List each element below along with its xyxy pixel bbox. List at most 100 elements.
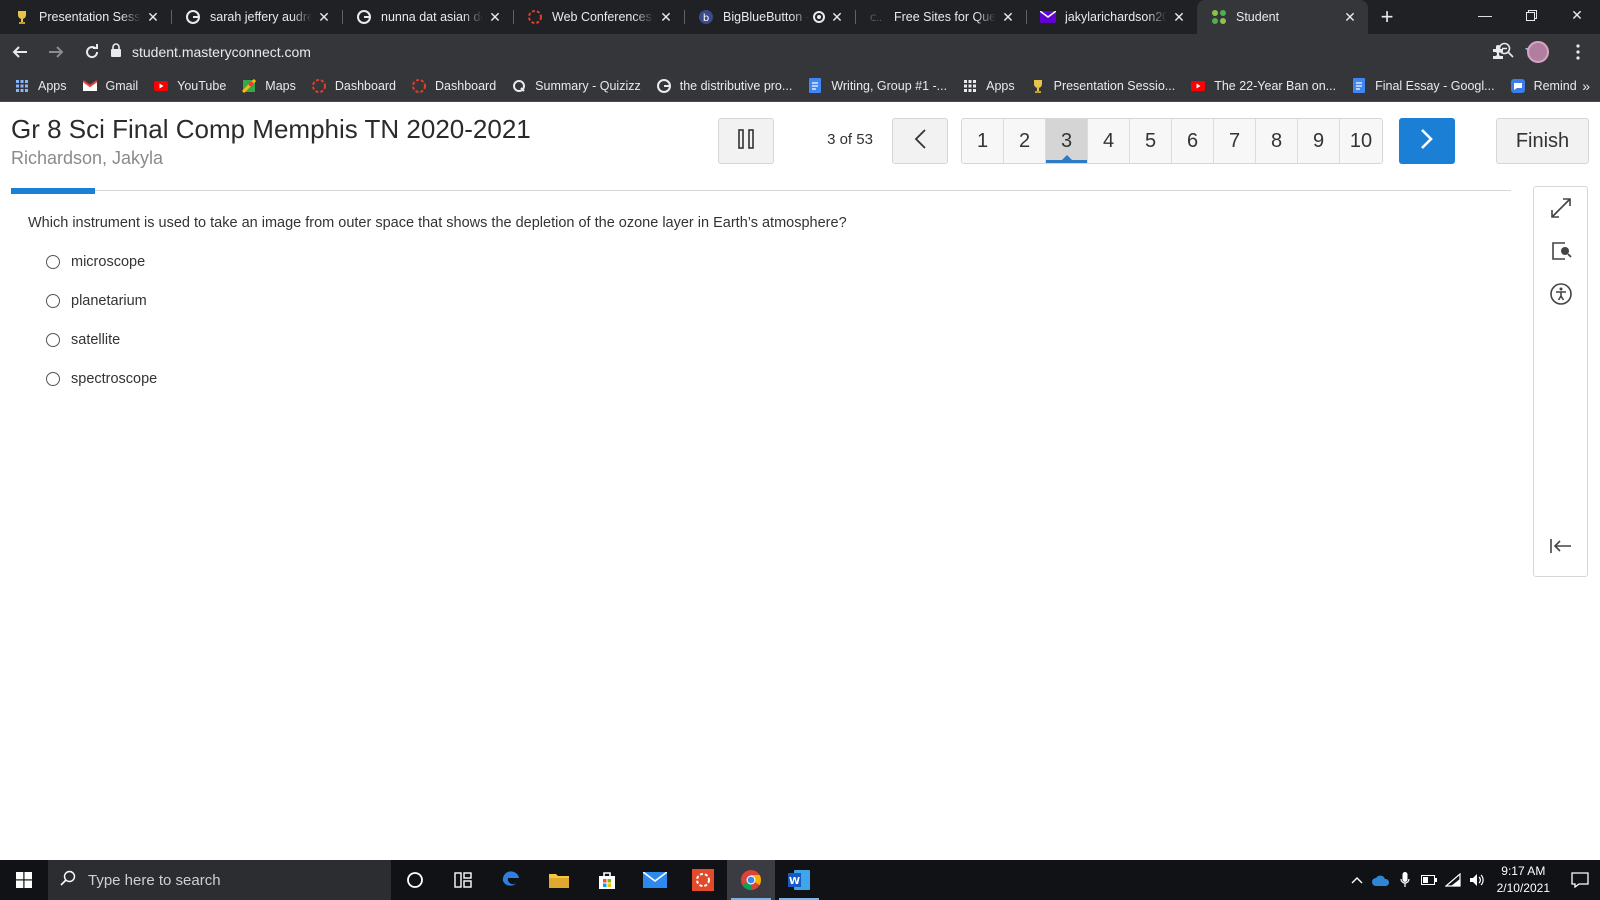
bookmark-distributive[interactable]: the distributive pro... [656, 78, 792, 94]
close-window-icon[interactable]: ✕ [1554, 0, 1600, 30]
app-icon[interactable] [679, 860, 727, 900]
store-icon[interactable] [583, 860, 631, 900]
page-button-current[interactable]: 3 [1046, 119, 1088, 163]
bookmark-label: Presentation Sessio... [1053, 78, 1176, 93]
close-tab-icon[interactable]: ✕ [1171, 9, 1187, 25]
bookmark-maps[interactable]: Maps [241, 78, 296, 94]
lock-icon[interactable] [110, 42, 122, 62]
chrome-icon[interactable] [727, 860, 775, 900]
battery-icon[interactable] [1417, 860, 1441, 900]
answer-option[interactable]: microscope [46, 254, 145, 270]
task-view-icon[interactable] [439, 860, 487, 900]
tab-title: Presentation Session [39, 10, 141, 24]
forward-icon[interactable] [40, 36, 72, 68]
bookmark-apps[interactable]: Apps [14, 78, 67, 94]
bookmark-quizizz[interactable]: Summary - Quizizz [511, 78, 641, 94]
taskbar-search-box[interactable]: Type here to search [48, 860, 391, 900]
page-button[interactable]: 7 [1214, 119, 1256, 163]
magnifier-icon[interactable] [1534, 236, 1587, 266]
student-name: Richardson, Jakyla [11, 148, 164, 168]
browser-tab[interactable]: sarah jeffery audrey ✕ [171, 0, 342, 34]
bookmark-final-essay[interactable]: Final Essay - Googl... [1351, 78, 1495, 94]
next-question-button[interactable] [1399, 118, 1455, 164]
bookmark-writing[interactable]: Writing, Group #1 -... [807, 78, 947, 94]
volume-icon[interactable] [1465, 860, 1489, 900]
radio-button[interactable] [46, 372, 60, 386]
bookmark-remind[interactable]: Remind [1510, 78, 1577, 94]
new-tab-button[interactable]: + [1372, 0, 1402, 34]
page-button[interactable]: 10 [1340, 119, 1382, 163]
edge-icon[interactable] [487, 860, 535, 900]
browser-tab-active[interactable]: Student ✕ [1197, 0, 1368, 34]
radio-button[interactable] [46, 333, 60, 347]
microphone-icon[interactable] [1393, 860, 1417, 900]
file-explorer-icon[interactable] [535, 860, 583, 900]
browser-tab[interactable]: C.. Free Sites for Questi ✕ [855, 0, 1026, 34]
back-icon[interactable] [4, 36, 36, 68]
collapse-icon[interactable] [1534, 531, 1587, 561]
bookmark-apps[interactable]: Apps [962, 78, 1015, 94]
menu-icon[interactable] [1562, 36, 1594, 68]
cortana-icon[interactable] [391, 860, 439, 900]
page-button[interactable]: 5 [1130, 119, 1172, 163]
page-button[interactable]: 1 [962, 119, 1004, 163]
page-button[interactable]: 6 [1172, 119, 1214, 163]
minimize-icon[interactable]: — [1462, 0, 1508, 30]
answer-option[interactable]: satellite [46, 332, 120, 348]
mail-icon[interactable] [631, 860, 679, 900]
extensions-icon[interactable] [1482, 36, 1514, 68]
answer-option[interactable]: spectroscope [46, 371, 157, 387]
accessibility-icon[interactable] [1534, 279, 1587, 309]
masteryconnect-icon [1211, 9, 1227, 25]
browser-tab[interactable]: b BigBlueButton - ✕ [684, 0, 855, 34]
close-tab-icon[interactable]: ✕ [316, 9, 332, 25]
browser-tab[interactable]: jakylarichardson200 ✕ [1026, 0, 1197, 34]
page-button[interactable]: 8 [1256, 119, 1298, 163]
finish-button[interactable]: Finish [1496, 118, 1589, 164]
more-bookmarks-icon[interactable]: » [1582, 78, 1590, 94]
bookmark-dashboard[interactable]: Dashboard [311, 78, 396, 94]
address-bar[interactable]: student.masteryconnect.com [110, 37, 1540, 67]
restore-icon[interactable] [1508, 0, 1554, 30]
close-tab-icon[interactable]: ✕ [829, 9, 845, 25]
url-text[interactable]: student.masteryconnect.com [132, 44, 311, 60]
bookmark-22-year-ban[interactable]: The 22-Year Ban on... [1190, 78, 1336, 94]
close-tab-icon[interactable]: ✕ [658, 9, 674, 25]
chevron-up-icon[interactable] [1345, 860, 1369, 900]
close-tab-icon[interactable]: ✕ [1342, 9, 1358, 25]
page-button[interactable]: 9 [1298, 119, 1340, 163]
browser-tab[interactable]: nunna dat asian doll ✕ [342, 0, 513, 34]
close-tab-icon[interactable]: ✕ [145, 9, 161, 25]
pause-button[interactable] [718, 118, 774, 164]
docs-icon [1351, 78, 1367, 94]
browser-tab[interactable]: Web Conferences: 2 ✕ [513, 0, 684, 34]
page-button[interactable]: 2 [1004, 119, 1046, 163]
radio-button[interactable] [46, 294, 60, 308]
previous-question-button[interactable] [892, 118, 948, 164]
close-tab-icon[interactable]: ✕ [1000, 9, 1016, 25]
canvas-icon [527, 9, 543, 25]
bookmark-dashboard[interactable]: Dashboard [411, 78, 496, 94]
notification-icon[interactable] [1560, 860, 1600, 900]
bigbluebutton-icon: b [698, 9, 714, 25]
radio-button[interactable] [46, 255, 60, 269]
progress-track [11, 190, 1511, 191]
bookmark-presentation[interactable]: Presentation Sessio... [1030, 78, 1176, 94]
answer-option[interactable]: planetarium [46, 293, 147, 309]
onedrive-icon[interactable] [1369, 860, 1393, 900]
profile-avatar[interactable] [1522, 36, 1554, 68]
wifi-icon[interactable] [1441, 860, 1465, 900]
clock[interactable]: 9:17 AM 2/10/2021 [1497, 863, 1550, 897]
reload-icon[interactable] [76, 36, 108, 68]
tab-title: jakylarichardson200 [1065, 10, 1167, 24]
bookmark-youtube[interactable]: YouTube [153, 78, 226, 94]
browser-tab[interactable]: Presentation Session ✕ [0, 0, 171, 34]
bookmark-label: Apps [986, 78, 1015, 93]
expand-icon[interactable] [1534, 193, 1587, 223]
windows-start-icon[interactable] [0, 860, 48, 900]
assessment-title: Gr 8 Sci Final Comp Memphis TN 2020-2021 [11, 114, 531, 144]
page-button[interactable]: 4 [1088, 119, 1130, 163]
word-icon[interactable]: W [775, 860, 823, 900]
close-tab-icon[interactable]: ✕ [487, 9, 503, 25]
bookmark-gmail[interactable]: Gmail [82, 78, 138, 94]
